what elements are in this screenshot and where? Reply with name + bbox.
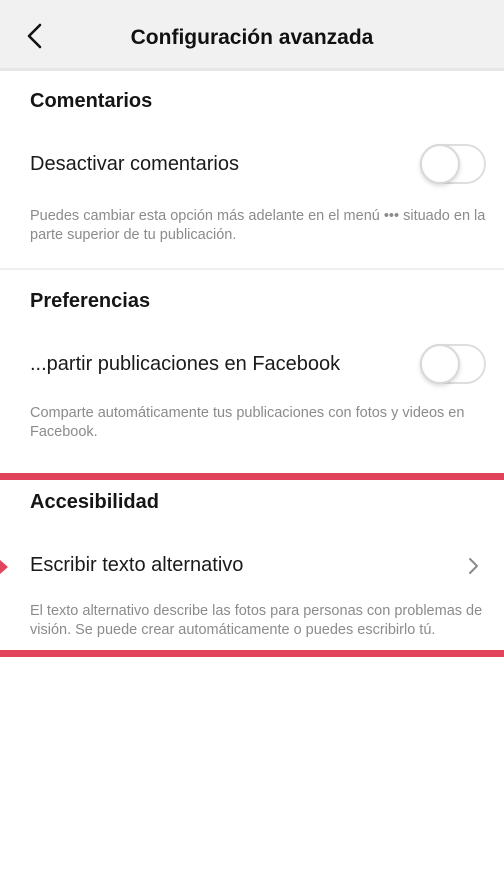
highlight-border-bottom	[0, 650, 504, 657]
toggle-knob	[420, 144, 460, 184]
chevron-right-icon[interactable]	[466, 556, 480, 576]
comments-description: Puedes cambiar esta opción más adelante …	[30, 208, 486, 243]
section-title-preferencias: Preferencias	[30, 290, 151, 312]
share-facebook-toggle[interactable]	[420, 344, 486, 384]
alt-text-description: El texto alternativo describe las fotos …	[30, 603, 483, 638]
section-divider	[0, 268, 504, 270]
share-facebook-label: ...partir publicaciones en Facebook	[30, 353, 341, 375]
pointer-arrow-icon	[0, 560, 8, 574]
share-facebook-description: Comparte automáticamente tus publicacion…	[30, 405, 465, 440]
toggle-knob	[420, 344, 460, 384]
disable-comments-toggle[interactable]	[420, 144, 486, 184]
highlight-border-top	[0, 473, 504, 480]
alt-text-row-label[interactable]: Escribir texto alternativo	[30, 554, 243, 577]
section-title-accesibilidad: Accesibilidad	[30, 491, 159, 513]
navigation-bar: Configuración avanzada	[0, 0, 504, 71]
section-title-comentarios: Comentarios	[30, 90, 153, 112]
disable-comments-label: Desactivar comentarios	[30, 153, 239, 175]
page-title: Configuración avanzada	[130, 26, 374, 49]
